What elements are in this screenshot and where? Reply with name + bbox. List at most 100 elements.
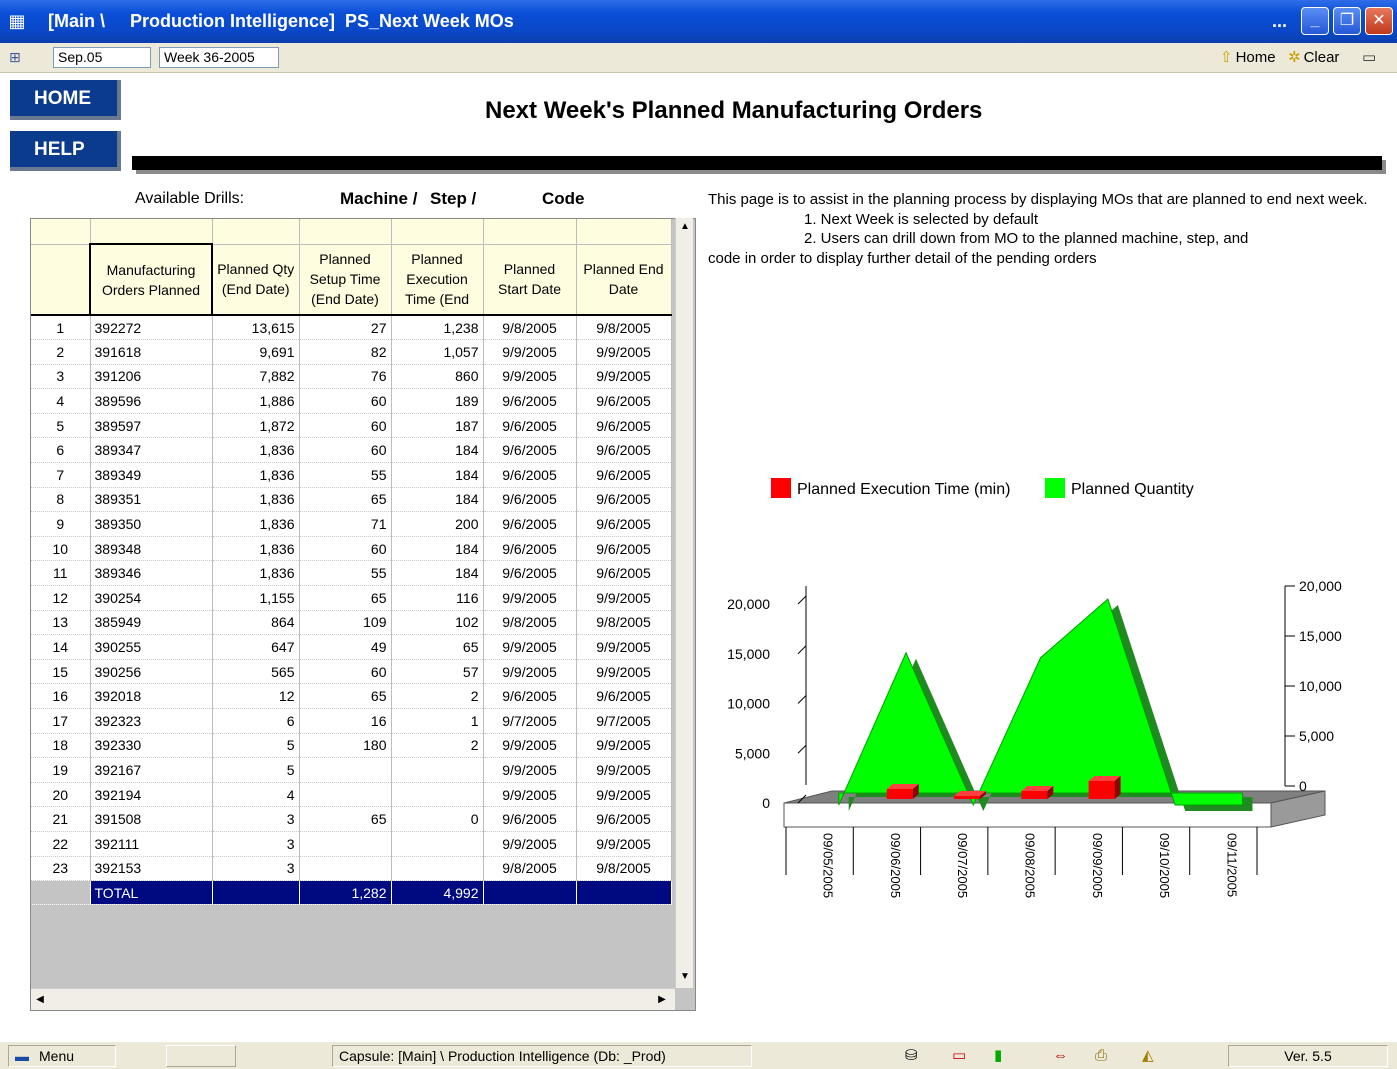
setup-cell: 55 — [299, 560, 392, 587]
table-row[interactable]: 1 392272 13,615 27 1,238 9/8/2005 9/8/2005 — [31, 315, 672, 341]
start-date-cell: 9/8/2005 — [483, 610, 577, 636]
table-row[interactable]: 15 390256 565 60 57 9/9/2005 9/9/2005 — [31, 659, 672, 685]
mo-cell[interactable]: 389346 — [90, 560, 213, 587]
header-mo[interactable]: Manufacturing Orders Planned — [89, 243, 213, 316]
mo-cell[interactable]: 392194 — [90, 782, 213, 808]
app-icon[interactable]: ▦ — [6, 10, 28, 32]
table-row[interactable]: 12 390254 1,155 65 116 9/9/2005 9/9/2005 — [31, 585, 672, 611]
mo-cell[interactable]: 392167 — [90, 757, 213, 783]
mo-cell[interactable]: 385949 — [90, 610, 213, 636]
table-row[interactable]: 8 389351 1,836 65 184 9/6/2005 9/6/2005 — [31, 487, 672, 513]
end-date-cell: 9/9/2005 — [576, 733, 672, 759]
mo-cell[interactable]: 389596 — [90, 388, 213, 414]
table-row[interactable]: 10 389348 1,836 60 184 9/6/2005 9/6/2005 — [31, 536, 672, 562]
row-number: 5 — [31, 413, 91, 439]
window-icon[interactable]: ▭ — [952, 1047, 966, 1065]
exec-cell: 184 — [391, 536, 484, 562]
row-number: 18 — [31, 733, 91, 759]
table-row[interactable]: 7 389349 1,836 55 184 9/6/2005 9/6/2005 — [31, 462, 672, 488]
header-start-date[interactable]: Planned Start Date — [483, 244, 577, 316]
week-field[interactable]: Week 36-2005 — [159, 47, 279, 68]
help-button[interactable]: HELP — [10, 131, 121, 171]
start-date-cell: 9/8/2005 — [483, 856, 577, 882]
scroll-left-icon[interactable]: ◀ — [31, 989, 49, 1011]
print-icon[interactable]: ⎙ — [1095, 1047, 1107, 1065]
vertical-scrollbar[interactable]: ▲ ▼ — [675, 218, 693, 988]
swap-icon[interactable]: ⇔ — [1053, 1047, 1068, 1065]
table-row[interactable]: 3 391206 7,882 76 860 9/9/2005 9/9/2005 — [31, 364, 672, 390]
drill-machine[interactable]: Machine / — [340, 189, 417, 209]
mo-cell[interactable]: 390255 — [90, 634, 213, 660]
header-planned-qty[interactable]: Planned Qty (End Date) — [212, 244, 300, 316]
home-link[interactable]: ⇧ Home — [1220, 49, 1276, 67]
end-date-cell: 9/7/2005 — [576, 708, 672, 734]
table-row[interactable]: 2 391618 9,691 82 1,057 9/9/2005 9/9/2005 — [31, 339, 672, 365]
drill-code[interactable]: Code — [542, 189, 585, 209]
mo-cell[interactable]: 392111 — [90, 831, 213, 857]
table-row[interactable]: 14 390255 647 49 65 9/9/2005 9/9/2005 — [31, 634, 672, 660]
table-row[interactable]: 5 389597 1,872 60 187 9/6/2005 9/6/2005 — [31, 413, 672, 439]
qty-cell: 647 — [212, 634, 300, 660]
mo-cell[interactable]: 392330 — [90, 733, 213, 759]
table-row[interactable]: 11 389346 1,836 55 184 9/6/2005 9/6/2005 — [31, 560, 672, 587]
minimize-button[interactable]: _ — [1301, 7, 1329, 35]
mo-cell[interactable]: 391206 — [90, 364, 213, 390]
header-end-date[interactable]: Planned End Date — [576, 244, 672, 316]
table-row[interactable]: 19 392167 5 9/9/2005 9/9/2005 — [31, 757, 672, 783]
mo-cell[interactable]: 391618 — [90, 339, 213, 365]
period-field[interactable]: Sep.05 — [53, 47, 151, 68]
mo-cell[interactable]: 389597 — [90, 413, 213, 439]
tree-icon[interactable]: ⊞ — [9, 49, 25, 65]
panel-toggle-icon[interactable]: ▭ — [1362, 49, 1376, 67]
description-item-1: 1. Next Week is selected by default — [804, 210, 1039, 228]
window-titlebar: ▦ [Main \ Production Intelligence] PS_Ne… — [0, 0, 1397, 43]
end-date-cell: 9/6/2005 — [576, 388, 672, 414]
table-row[interactable]: 17 392323 6 16 1 9/7/2005 9/7/2005 — [31, 708, 672, 734]
mo-cell[interactable]: 392153 — [90, 856, 213, 882]
table-row[interactable]: 16 392018 12 65 2 9/6/2005 9/6/2005 — [31, 683, 672, 709]
table-row[interactable]: 4 389596 1,886 60 189 9/6/2005 9/6/2005 — [31, 388, 672, 414]
qty-cell: 5 — [212, 733, 300, 759]
scroll-right-icon[interactable]: ▶ — [653, 989, 671, 1011]
mo-cell[interactable]: 390256 — [90, 659, 213, 685]
setup-cell: 55 — [299, 462, 392, 488]
mo-cell[interactable]: 389350 — [90, 511, 213, 537]
db-icon[interactable]: ⛁ — [905, 1047, 918, 1065]
scroll-down-icon[interactable]: ▼ — [676, 968, 694, 986]
y-left-tick — [797, 645, 807, 655]
header-execution-time[interactable]: Planned Execution Time (End — [391, 244, 484, 316]
setup-cell: 60 — [299, 413, 392, 439]
table-row[interactable]: 22 392111 3 9/9/2005 9/9/2005 — [31, 831, 672, 857]
maximize-button[interactable]: ❐ — [1333, 7, 1361, 35]
header-setup-time[interactable]: Planned Setup Time (End Date) — [299, 244, 392, 316]
table-row[interactable]: 9 389350 1,836 71 200 9/6/2005 9/6/2005 — [31, 511, 672, 537]
table-row[interactable]: 13 385949 864 109 102 9/8/2005 9/8/2005 — [31, 610, 672, 636]
horizontal-scrollbar[interactable]: ◀ ▶ — [31, 988, 675, 1010]
ruler-icon[interactable]: ◭ — [1142, 1047, 1154, 1065]
table-row[interactable]: 18 392330 5 180 2 9/9/2005 9/9/2005 — [31, 733, 672, 759]
table-row[interactable]: 6 389347 1,836 60 184 9/6/2005 9/6/2005 — [31, 437, 672, 464]
mo-cell[interactable]: 390254 — [90, 585, 213, 611]
mo-cell[interactable]: 392018 — [90, 683, 213, 709]
mo-cell[interactable]: 389348 — [90, 536, 213, 562]
menu-button[interactable]: ▬ Menu — [8, 1045, 116, 1067]
mo-cell[interactable]: 389347 — [90, 437, 213, 464]
close-button[interactable]: ✕ — [1365, 7, 1393, 35]
row-number-header — [31, 244, 91, 316]
x-tick-label: 09/11/2005 — [1224, 833, 1239, 897]
scroll-up-icon[interactable]: ▲ — [676, 218, 694, 236]
mo-cell[interactable]: 392272 — [90, 315, 213, 341]
home-button[interactable]: HOME — [10, 80, 121, 120]
drill-step[interactable]: Step / — [430, 189, 476, 209]
mo-cell[interactable]: 389351 — [90, 487, 213, 513]
table-row[interactable]: 21 391508 3 65 0 9/6/2005 9/6/2005 — [31, 806, 672, 832]
table-row[interactable]: 23 392153 3 9/8/2005 9/8/2005 — [31, 856, 672, 882]
mo-cell[interactable]: 389349 — [90, 462, 213, 488]
mo-cell[interactable]: 391508 — [90, 806, 213, 832]
mo-cell[interactable]: 392323 — [90, 708, 213, 734]
table-row[interactable]: 20 392194 4 9/9/2005 9/9/2005 — [31, 782, 672, 808]
exec-cell: 184 — [391, 560, 484, 587]
clear-link[interactable]: ✲ Clear — [1288, 49, 1339, 67]
qty-cell: 3 — [212, 856, 300, 882]
exec-cell: 860 — [391, 364, 484, 390]
